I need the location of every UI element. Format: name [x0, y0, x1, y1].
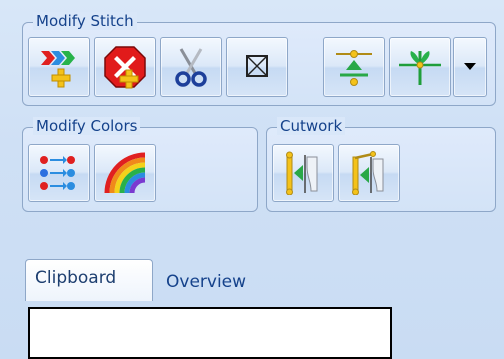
modify-colors-title: Modify Colors — [33, 117, 141, 135]
stitch-box-icon — [246, 55, 268, 77]
insert-stitch-icon — [41, 51, 75, 88]
tab-clipboard-label: Clipboard — [35, 268, 117, 288]
stitch-plant-icon — [399, 51, 441, 85]
tab-clipboard[interactable]: Clipboard — [25, 259, 153, 301]
cut-stitch-icon — [175, 48, 207, 87]
rainbow-icon — [104, 152, 146, 194]
tab-overview-label: Overview — [166, 272, 247, 292]
delete-stitch-icon — [104, 46, 146, 89]
ribbon-panel: Modify Stitch Modify Colors Cutwork Clip… — [0, 0, 504, 359]
cutwork-group: Cutwork — [266, 117, 496, 212]
insert-stitch-button[interactable] — [28, 37, 90, 97]
reorder-colors-icon — [40, 156, 75, 190]
delete-stitch-button[interactable] — [94, 37, 156, 97]
modify-colors-group: Modify Colors — [22, 117, 258, 212]
rainbow-colors-button[interactable] — [94, 144, 156, 202]
cutwork-needle-left-icon — [286, 151, 318, 195]
dropdown-arrow-icon — [464, 63, 476, 70]
cutwork-left-button[interactable] — [272, 144, 334, 202]
stitch-align-button[interactable] — [323, 37, 385, 97]
reorder-colors-button[interactable] — [28, 144, 90, 202]
cutwork-needle-right-icon — [352, 151, 384, 195]
stitch-box-button[interactable] — [226, 37, 288, 97]
cutwork-title: Cutwork — [277, 117, 346, 135]
stitch-plant-button[interactable] — [389, 37, 451, 97]
more-options-dropdown[interactable] — [453, 37, 487, 97]
modify-stitch-group: Modify Stitch — [22, 12, 496, 106]
clipboard-area[interactable] — [28, 307, 392, 359]
modify-stitch-title: Modify Stitch — [33, 12, 137, 30]
stitch-align-icon — [336, 50, 372, 86]
cutwork-right-button[interactable] — [338, 144, 400, 202]
tab-overview[interactable]: Overview — [160, 264, 280, 298]
cut-stitch-button[interactable] — [160, 37, 222, 97]
